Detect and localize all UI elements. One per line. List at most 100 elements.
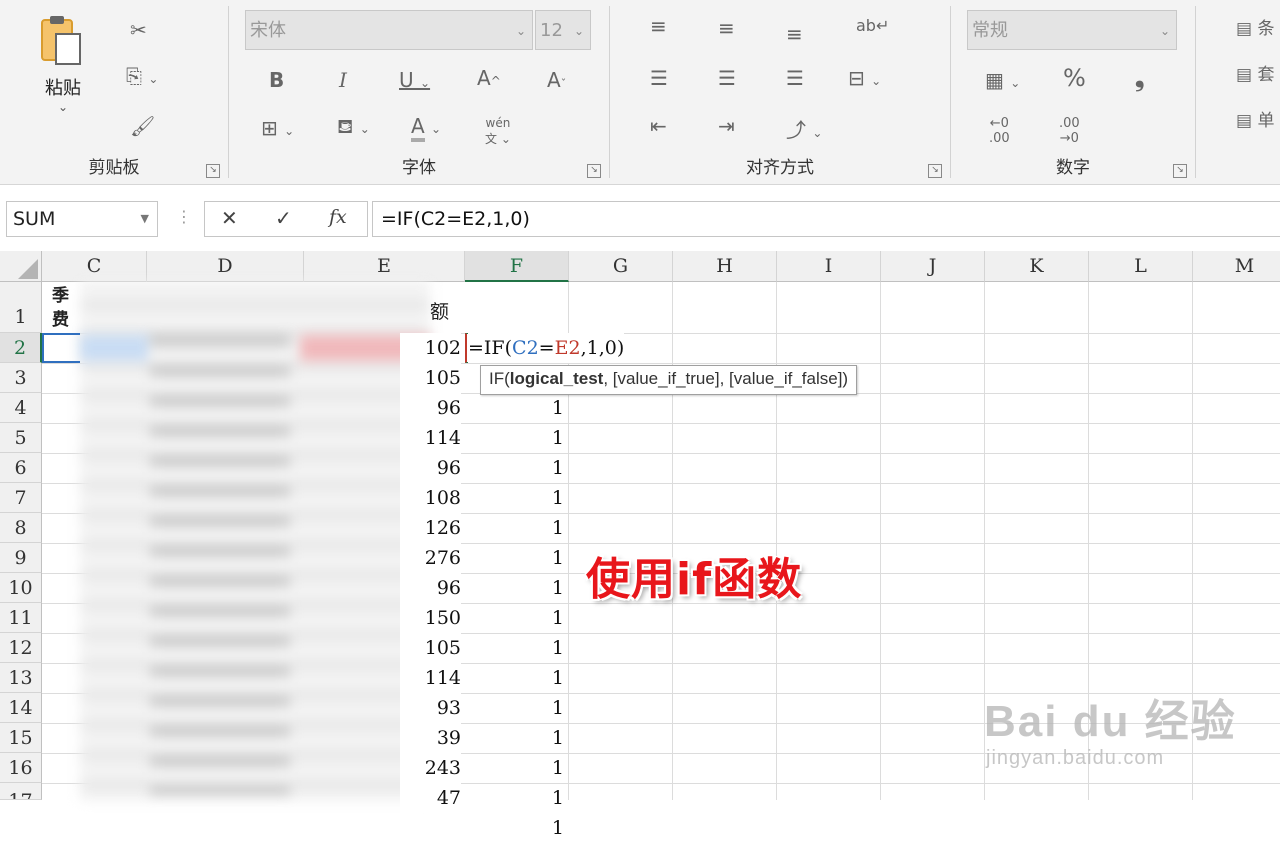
cell-f-value[interactable]: 1: [470, 723, 564, 753]
cell-e-value[interactable]: 150: [400, 603, 461, 633]
font-color-icon[interactable]: A ⌄: [411, 114, 441, 142]
column-header-j[interactable]: J: [881, 251, 985, 282]
cell-styles-button[interactable]: ▤ 单: [1236, 106, 1274, 131]
cell-c1-header[interactable]: 季 费: [52, 284, 69, 332]
align-bottom-icon[interactable]: ≡: [786, 22, 803, 46]
column-header-f[interactable]: F: [465, 251, 569, 282]
format-painter-icon[interactable]: 🖌: [130, 114, 155, 138]
column-header-i[interactable]: I: [777, 251, 881, 282]
currency-icon[interactable]: ▦ ⌄: [985, 68, 1020, 92]
increase-decimal-icon[interactable]: ←0.00: [989, 116, 1010, 146]
cell-f-value[interactable]: 1: [470, 663, 564, 693]
column-header-h[interactable]: H: [673, 251, 777, 282]
column-header-l[interactable]: L: [1089, 251, 1193, 282]
cell-f-value[interactable]: 1: [470, 393, 564, 423]
cell-e-value[interactable]: 96: [400, 453, 461, 483]
row-header-15[interactable]: 15: [0, 723, 42, 753]
row-header-3[interactable]: 3: [0, 363, 42, 393]
tooltip-current-arg[interactable]: logical_test: [510, 369, 604, 388]
cell-f-value[interactable]: 1: [470, 693, 564, 723]
worksheet-grid[interactable]: C D E F G H I J K L M 1 2 3 4 5 6 7 8 9 …: [0, 251, 1280, 839]
decrease-font-icon[interactable]: Aˇ: [547, 68, 566, 92]
phonetic-icon[interactable]: wén 文 ⌄: [485, 116, 511, 147]
cell-e-value[interactable]: 105: [400, 363, 461, 393]
cell-f-value[interactable]: 1: [470, 513, 564, 543]
align-top-icon[interactable]: ≡: [650, 14, 667, 38]
row-header-8[interactable]: 8: [0, 513, 42, 543]
increase-font-icon[interactable]: A^: [477, 66, 501, 90]
cell-e-value[interactable]: 96: [400, 573, 461, 603]
fill-color-icon[interactable]: ⛾ ⌄: [337, 114, 370, 141]
cancel-icon[interactable]: ✕: [221, 206, 238, 230]
column-header-c[interactable]: C: [42, 251, 147, 282]
cut-icon[interactable]: ✂: [130, 18, 147, 42]
paste-button[interactable]: 粘贴 ⌄: [30, 10, 96, 130]
cell-f-value[interactable]: 1: [470, 603, 564, 633]
underline-icon[interactable]: U ⌄: [399, 68, 430, 92]
row-header-11[interactable]: 11: [0, 603, 42, 633]
dialog-launcher-icon[interactable]: ↘: [1173, 164, 1187, 178]
dialog-launcher-icon[interactable]: ↘: [928, 164, 942, 178]
formula-input[interactable]: =IF(C2=E2,1,0): [372, 201, 1280, 237]
cell-e-value[interactable]: 126: [400, 513, 461, 543]
name-box[interactable]: SUM ▼: [6, 201, 158, 237]
italic-icon[interactable]: I: [339, 68, 347, 92]
row-header-4[interactable]: 4: [0, 393, 42, 423]
align-center-icon[interactable]: ☰: [718, 66, 736, 90]
column-header-g[interactable]: G: [569, 251, 673, 282]
cell-e-value[interactable]: 108: [400, 483, 461, 513]
dialog-launcher-icon[interactable]: ↘: [587, 164, 601, 178]
cell-e-value[interactable]: 114: [400, 423, 461, 453]
align-left-icon[interactable]: ☰: [650, 66, 668, 90]
cell-f-value[interactable]: 1: [470, 543, 564, 573]
column-header-k[interactable]: K: [985, 251, 1089, 282]
increase-indent-icon[interactable]: ⇥: [718, 114, 735, 138]
function-tooltip[interactable]: IF(logical_test, [value_if_true], [value…: [480, 365, 858, 395]
font-name-select[interactable]: 宋体 ⌄: [245, 10, 533, 50]
cell-e-value[interactable]: 102: [400, 333, 461, 363]
row-header-10[interactable]: 10: [0, 573, 42, 603]
cell-e-value[interactable]: 243: [400, 753, 461, 783]
insert-function-icon[interactable]: fx: [329, 206, 347, 228]
merge-center-icon[interactable]: ⊟ ⌄: [848, 66, 881, 90]
conditional-format-button[interactable]: ▤ 条: [1236, 14, 1274, 39]
chevron-down-icon[interactable]: ⌄: [30, 100, 96, 114]
cell-e-value[interactable]: 93: [400, 693, 461, 723]
column-header-d[interactable]: D: [147, 251, 304, 282]
wrap-text-icon[interactable]: ab↵: [856, 16, 889, 35]
row-header-12[interactable]: 12: [0, 633, 42, 663]
decrease-indent-icon[interactable]: ⇤: [650, 114, 667, 138]
cell-f-value[interactable]: 1: [470, 423, 564, 453]
select-all-corner[interactable]: [0, 251, 42, 282]
copy-icon[interactable]: ⎘ ⌄: [126, 64, 158, 88]
cell-f-value[interactable]: 1: [470, 483, 564, 513]
cell-f-value[interactable]: 1: [470, 783, 564, 813]
cell-e-value[interactable]: 39: [400, 723, 461, 753]
row-header-5[interactable]: 5: [0, 423, 42, 453]
bold-icon[interactable]: B: [269, 68, 284, 92]
decrease-decimal-icon[interactable]: .00 →0: [1059, 116, 1080, 146]
enter-icon[interactable]: ✓: [275, 206, 292, 230]
row-header-16[interactable]: 16: [0, 753, 42, 783]
cell-e-value[interactable]: 105: [400, 633, 461, 663]
row-header-2[interactable]: 2: [0, 333, 42, 363]
row-header-13[interactable]: 13: [0, 663, 42, 693]
align-middle-icon[interactable]: ≡: [718, 16, 735, 40]
cell-e-value[interactable]: 276: [400, 543, 461, 573]
align-right-icon[interactable]: ☰: [786, 66, 804, 90]
orientation-icon[interactable]: ⤴ ⌄: [786, 114, 822, 143]
row-header-9[interactable]: 9: [0, 543, 42, 573]
border-icon[interactable]: ⊞ ⌄: [261, 116, 294, 140]
dialog-launcher-icon[interactable]: ↘: [206, 164, 220, 178]
row-header-14[interactable]: 14: [0, 693, 42, 723]
cell-f-value[interactable]: 1: [470, 633, 564, 663]
row-header-7[interactable]: 7: [0, 483, 42, 513]
number-format-select[interactable]: 常规 ⌄: [967, 10, 1177, 50]
more-icon[interactable]: ⋮: [176, 207, 192, 226]
cell-e-value[interactable]: 114: [400, 663, 461, 693]
font-size-select[interactable]: 12 ⌄: [535, 10, 591, 50]
row-header-1[interactable]: 1: [0, 282, 42, 333]
cell-f-value[interactable]: 1: [470, 573, 564, 603]
row-header-17[interactable]: 17: [0, 783, 42, 800]
cell-e-value[interactable]: 47: [400, 783, 461, 813]
